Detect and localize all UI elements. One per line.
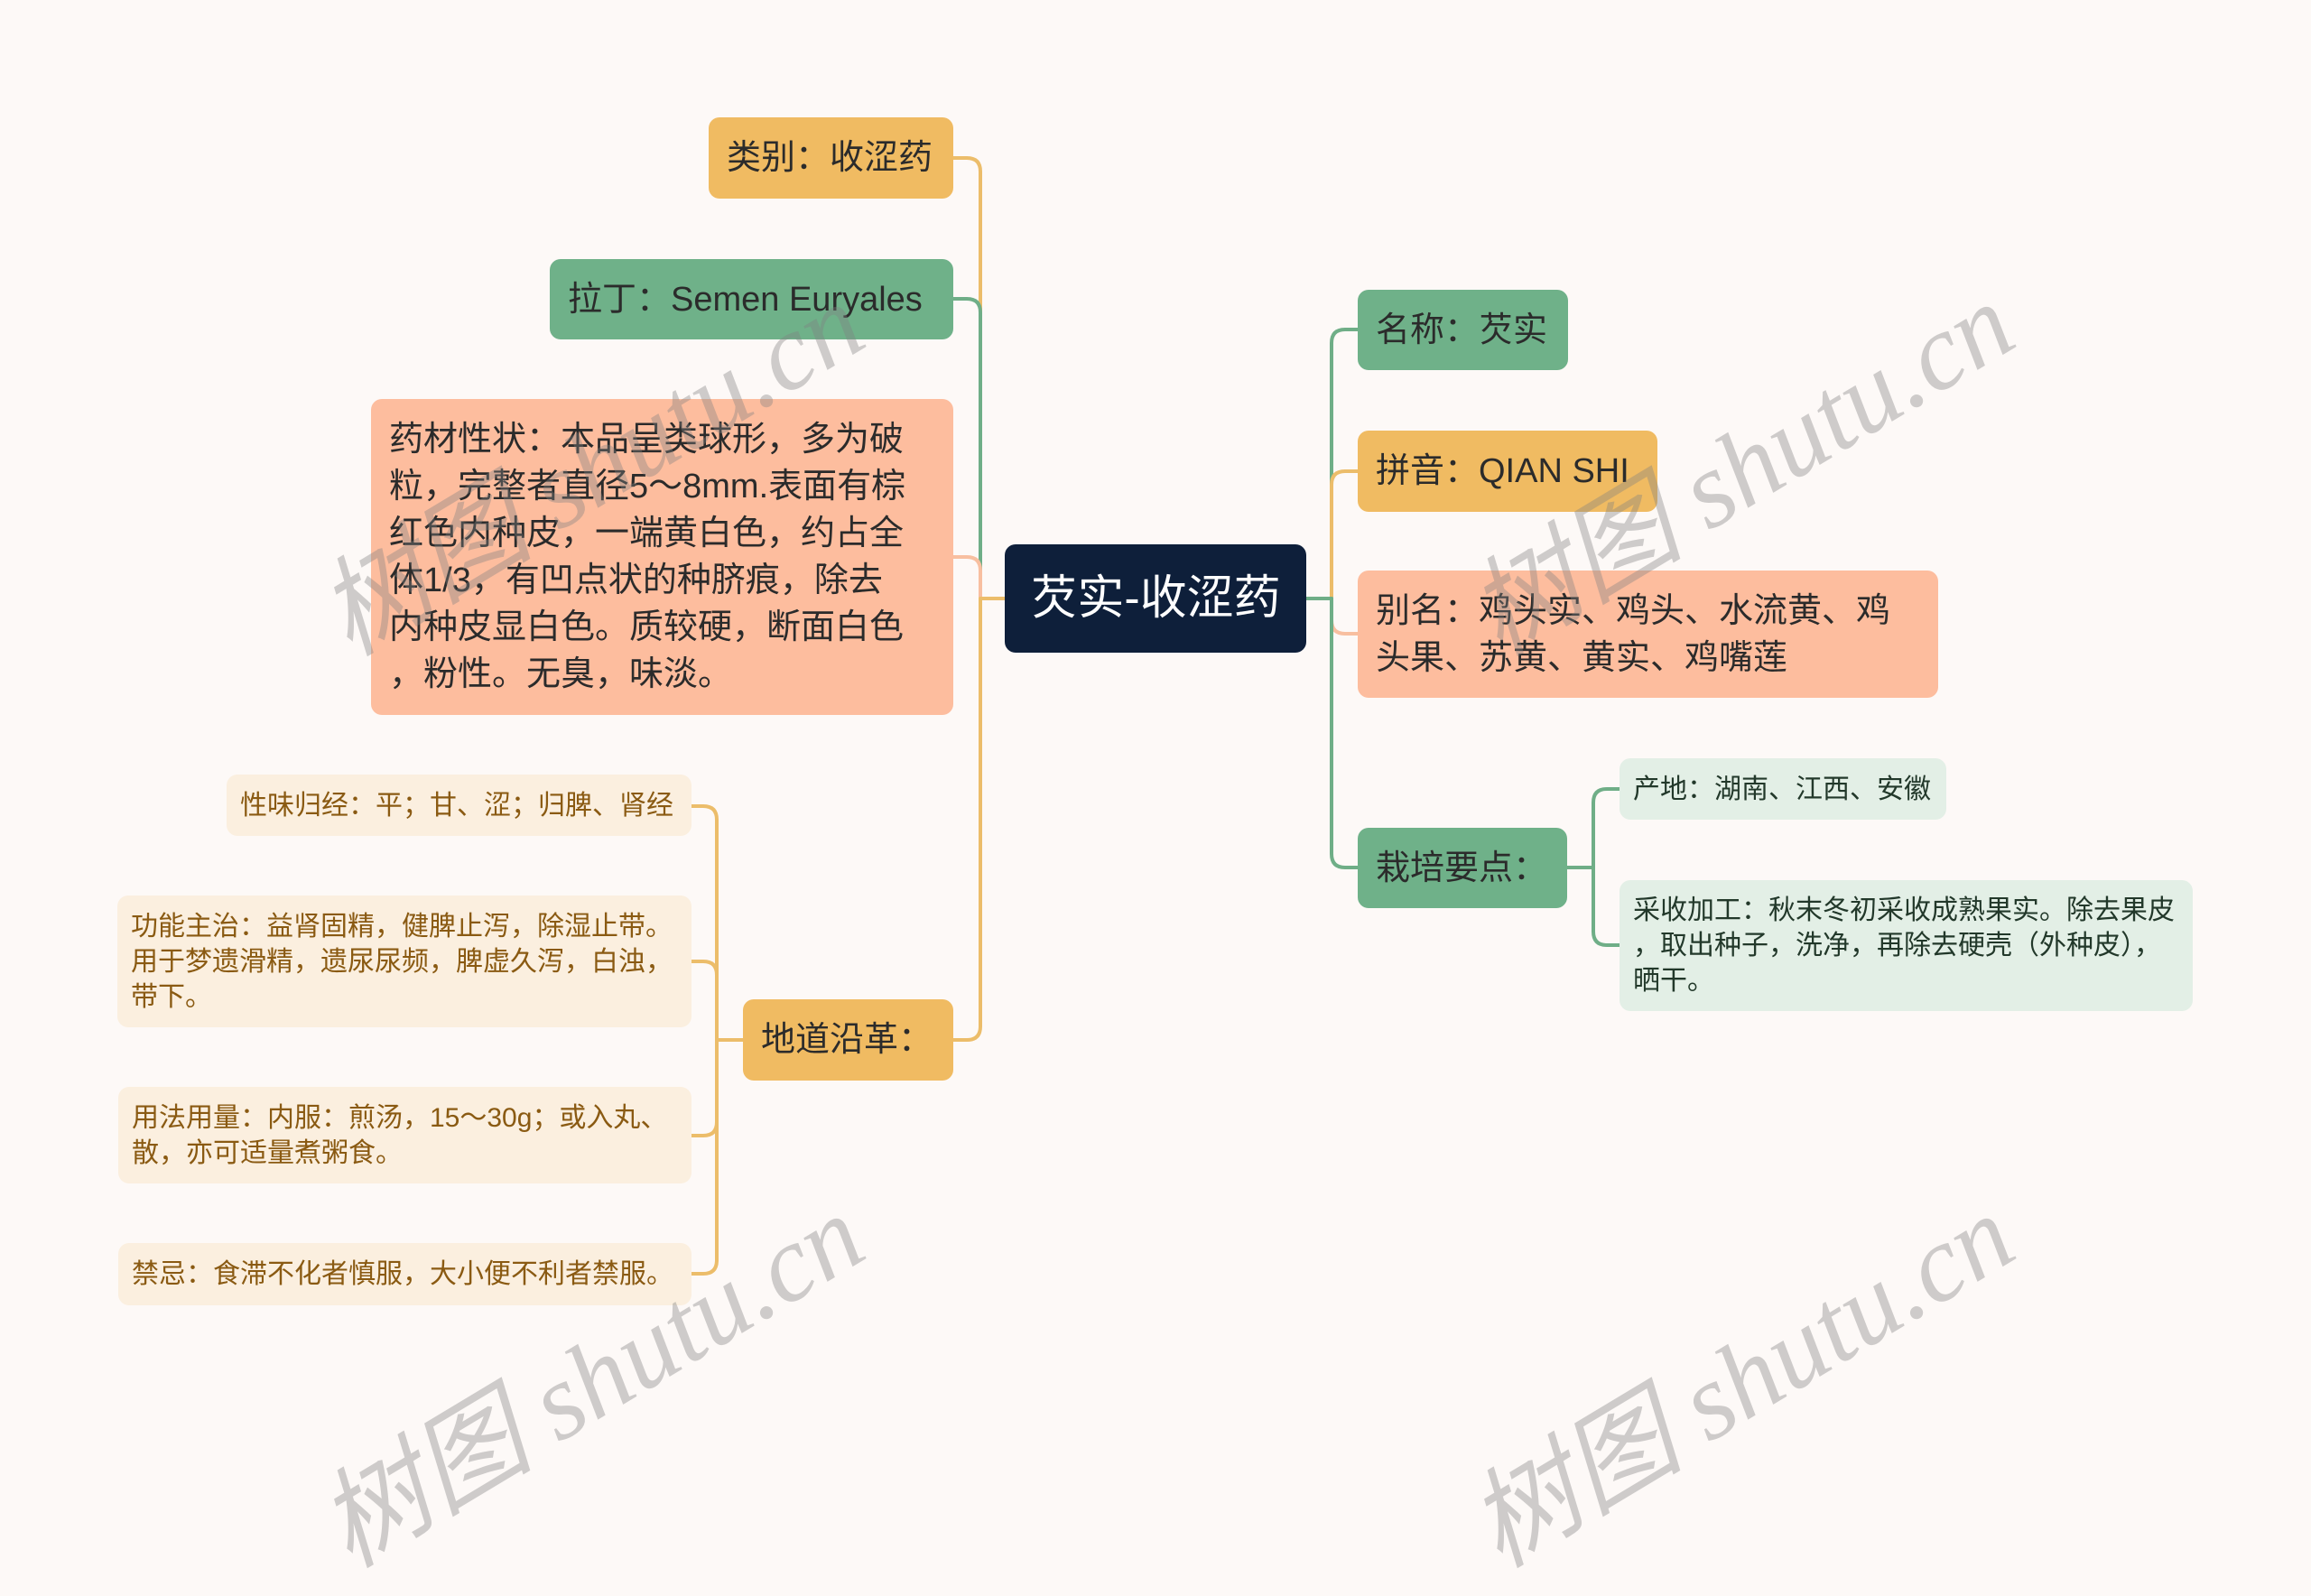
connector-category [951, 156, 982, 600]
node-category[interactable]: 类别：收涩药 [709, 117, 953, 199]
node-text-line: 功能主治：益肾固精，健脾止泻，除湿止带。 [131, 911, 673, 942]
node-text: 拼音：QIAN SHI [1376, 452, 1629, 490]
connector-origin-history [951, 597, 1007, 1042]
node-latin[interactable]: 拉丁：Semen Euryales [550, 259, 953, 339]
connector-function [690, 960, 719, 1042]
connector-contraindication [690, 1038, 719, 1276]
node-text: 禁忌：食滞不化者慎服，大小便不利者禁服。 [132, 1259, 673, 1289]
node-contraindication[interactable]: 禁忌：食滞不化者慎服，大小便不利者禁服。 [118, 1243, 691, 1305]
node-text-line: 别名：鸡头实、鸡头、水流黄、鸡 [1376, 591, 1891, 630]
node-text-line: 带下。 [131, 981, 212, 1012]
node-text: 产地：湖南、江西、安徽 [1633, 774, 1931, 804]
node-text-line: ，粉性。无臭，味淡。 [389, 655, 733, 693]
connector-layer [690, 156, 1621, 1276]
node-text: 拉丁：Semen Euryales [568, 280, 923, 319]
connector-name [1330, 328, 1360, 600]
node-text-line: 粒，完整者直径5～8mm.表面有棕 [389, 468, 906, 506]
node-function-indication[interactable]: 功能主治：益肾固精，健脾止泻，除湿止带。 用于梦遗滑精，遗尿尿频，脾虚久泻，白浊… [117, 895, 691, 1027]
node-usage-dosage[interactable]: 用法用量：内服：煎汤，15～30g；或入丸、 散，亦可适量煮粥食。 [118, 1087, 691, 1183]
connector-usage [690, 1038, 719, 1137]
node-text: 栽培要点： [1376, 849, 1548, 887]
root-node[interactable]: 芡实-收涩药 [1005, 544, 1306, 653]
root-title: 芡实-收涩药 [1030, 572, 1281, 625]
node-text: 性味归经：平；甘、涩；归脾、肾经 [240, 790, 673, 821]
connector-latin [951, 297, 982, 600]
node-text-line: 采收加工：秋末冬初采收成熟果实。除去果皮 [1633, 895, 2175, 925]
node-name[interactable]: 名称：芡实 [1358, 290, 1568, 370]
node-text-line: 内种皮显白色。质较硬，断面白色 [389, 608, 905, 646]
node-text-line: 头果、苏黄、黄实、鸡嘴莲 [1376, 638, 1788, 677]
node-nature-meridian[interactable]: 性味归经：平；甘、涩；归脾、肾经 [227, 775, 691, 836]
node-origin-place[interactable]: 产地：湖南、江西、安徽 [1620, 758, 1946, 820]
node-text-line: 用于梦遗滑精，遗尿尿频，脾虚久泻，白浊， [131, 946, 673, 977]
connector-pinyin [1330, 469, 1360, 600]
connector-origin-place [1592, 787, 1621, 869]
node-text-line: ，取出种子，洗净，再除去硬壳（外种皮）， [1633, 931, 2161, 960]
node-text-line: 晒干。 [1633, 966, 1714, 996]
node-text-line: 药材性状：本品呈类球形，多为破 [389, 421, 905, 459]
node-text: 地道沿革： [761, 1021, 933, 1059]
connector-nature [690, 804, 719, 1042]
connector-cultivation [1330, 597, 1360, 869]
node-description[interactable]: 药材性状：本品呈类球形，多为破 粒，完整者直径5～8mm.表面有棕 红色内种皮，… [371, 399, 953, 715]
node-text-line: 红色内种皮，一端黄白色，约占全 [389, 515, 905, 552]
node-text: 类别：收涩药 [727, 139, 933, 177]
node-text-line: 散，亦可适量煮粥食。 [132, 1137, 403, 1168]
node-pinyin[interactable]: 拼音：QIAN SHI [1358, 431, 1657, 512]
node-origin-history[interactable]: 地道沿革： [743, 999, 953, 1081]
connector-harvest [1592, 866, 1621, 947]
node-text-line: 用法用量：内服：煎汤，15～30g；或入丸、 [132, 1102, 668, 1133]
connector-alias [1330, 597, 1360, 636]
node-text-line: 体1/3，有凹点状的种脐痕，除去 [389, 561, 883, 599]
node-alias[interactable]: 别名：鸡头实、鸡头、水流黄、鸡 头果、苏黄、黄实、鸡嘴莲 [1358, 571, 1938, 698]
node-harvest-processing[interactable]: 采收加工：秋末冬初采收成熟果实。除去果皮 ，取出种子，洗净，再除去硬壳（外种皮）… [1620, 880, 2193, 1011]
connector-description [951, 555, 982, 600]
node-cultivation[interactable]: 栽培要点： [1358, 828, 1567, 908]
node-text: 名称：芡实 [1376, 311, 1548, 349]
